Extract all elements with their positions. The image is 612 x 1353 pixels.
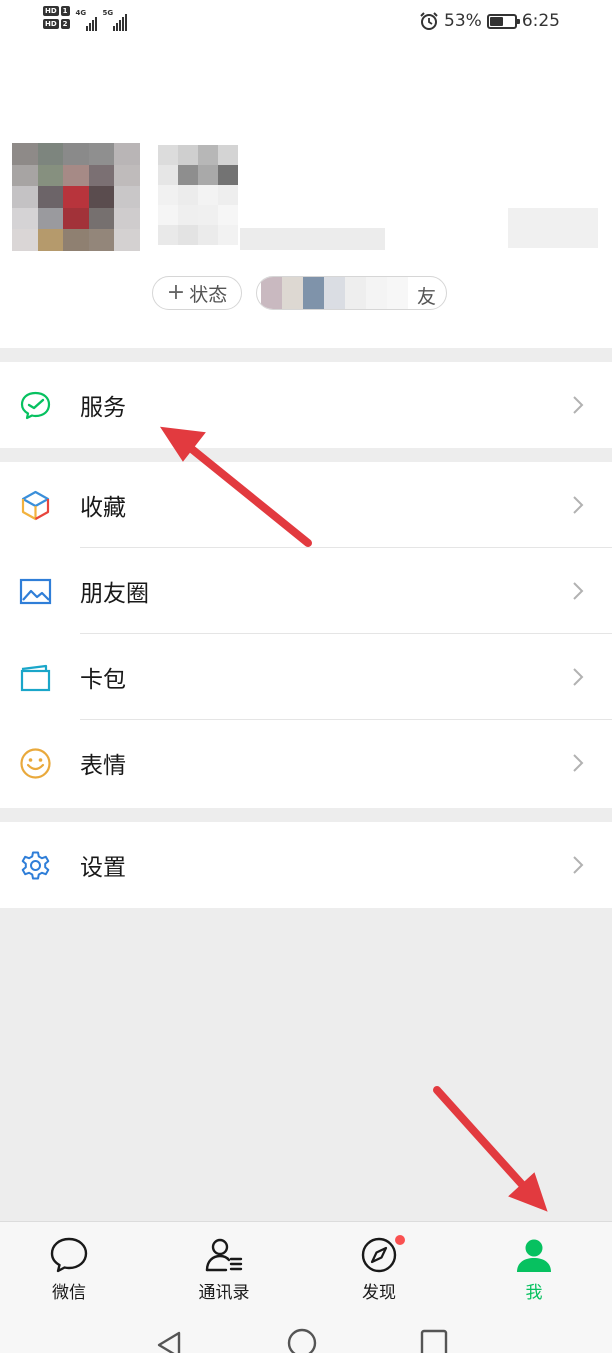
system-nav-bar: [0, 1306, 612, 1353]
avatar[interactable]: [12, 143, 140, 251]
bottom-tab-bar: 微信 通讯录 发现 我: [0, 1221, 612, 1306]
menu-item-cards[interactable]: 卡包: [0, 634, 612, 720]
chevron-right-icon: [573, 496, 584, 514]
contacts-icon: [205, 1238, 243, 1272]
gear-icon: [21, 851, 50, 880]
hd-voice-indicator-1: HD 1: [43, 6, 70, 16]
tab-chats[interactable]: 微信: [19, 1222, 119, 1307]
home-circle-icon[interactable]: [287, 1328, 317, 1353]
qr-code-entry[interactable]: [508, 208, 598, 248]
back-triangle-icon[interactable]: [156, 1330, 182, 1353]
clock: 6:25: [521, 11, 560, 31]
services-icon: [20, 391, 51, 420]
chat-bubble-icon: [50, 1237, 88, 1273]
signal-5g-icon: 5G: [103, 9, 127, 31]
person-filled-icon: [517, 1239, 551, 1272]
favorites-cube-icon: [21, 490, 50, 521]
menu-item-settings[interactable]: 设置: [0, 822, 612, 908]
add-status-button[interactable]: + 状态: [152, 276, 242, 310]
battery-level-fill: [489, 16, 503, 26]
menu-item-services[interactable]: 服务: [0, 362, 612, 448]
moments-photo-icon: [19, 578, 52, 605]
profile-header[interactable]: + 状态 友: [0, 50, 612, 348]
recents-square-icon[interactable]: [420, 1329, 448, 1353]
menu-item-stickers[interactable]: 表情: [0, 720, 612, 806]
chevron-right-icon: [573, 396, 584, 414]
menu-item-moments[interactable]: 朋友圈: [0, 548, 612, 634]
menu-item-favorites[interactable]: 收藏: [0, 462, 612, 548]
signal-4g-icon: 4G: [76, 9, 97, 31]
alarm-icon: [420, 12, 438, 30]
plus-icon: +: [166, 280, 186, 305]
friends-status-button[interactable]: 友: [256, 276, 447, 310]
status-bar: HD 1 HD 2 4G 5G 53% 6:25: [0, 0, 612, 50]
hd-voice-indicator-2: HD 2: [43, 19, 70, 29]
features-section: 收藏 朋友圈 卡包 表情: [0, 462, 612, 808]
chevron-right-icon: [573, 856, 584, 874]
arrow-to-me-tab: [433, 1086, 548, 1212]
services-section: 服务: [0, 362, 612, 448]
chevron-right-icon: [573, 668, 584, 686]
wechat-id: [240, 228, 385, 250]
settings-section: 设置: [0, 822, 612, 908]
battery-percent: 53%: [444, 11, 482, 31]
battery-icon: [486, 13, 520, 29]
chevron-right-icon: [573, 754, 584, 772]
nickname: [158, 145, 238, 245]
tab-me[interactable]: 我: [484, 1222, 584, 1307]
friend-avatars: [261, 277, 408, 309]
new-moments-dot: [395, 1235, 405, 1245]
chevron-right-icon: [573, 582, 584, 600]
tab-contacts[interactable]: 通讯录: [174, 1222, 274, 1307]
compass-icon: [361, 1237, 397, 1273]
tab-discover[interactable]: 发现: [329, 1222, 429, 1307]
smiley-icon: [20, 748, 51, 779]
card-wallet-icon: [20, 664, 51, 692]
